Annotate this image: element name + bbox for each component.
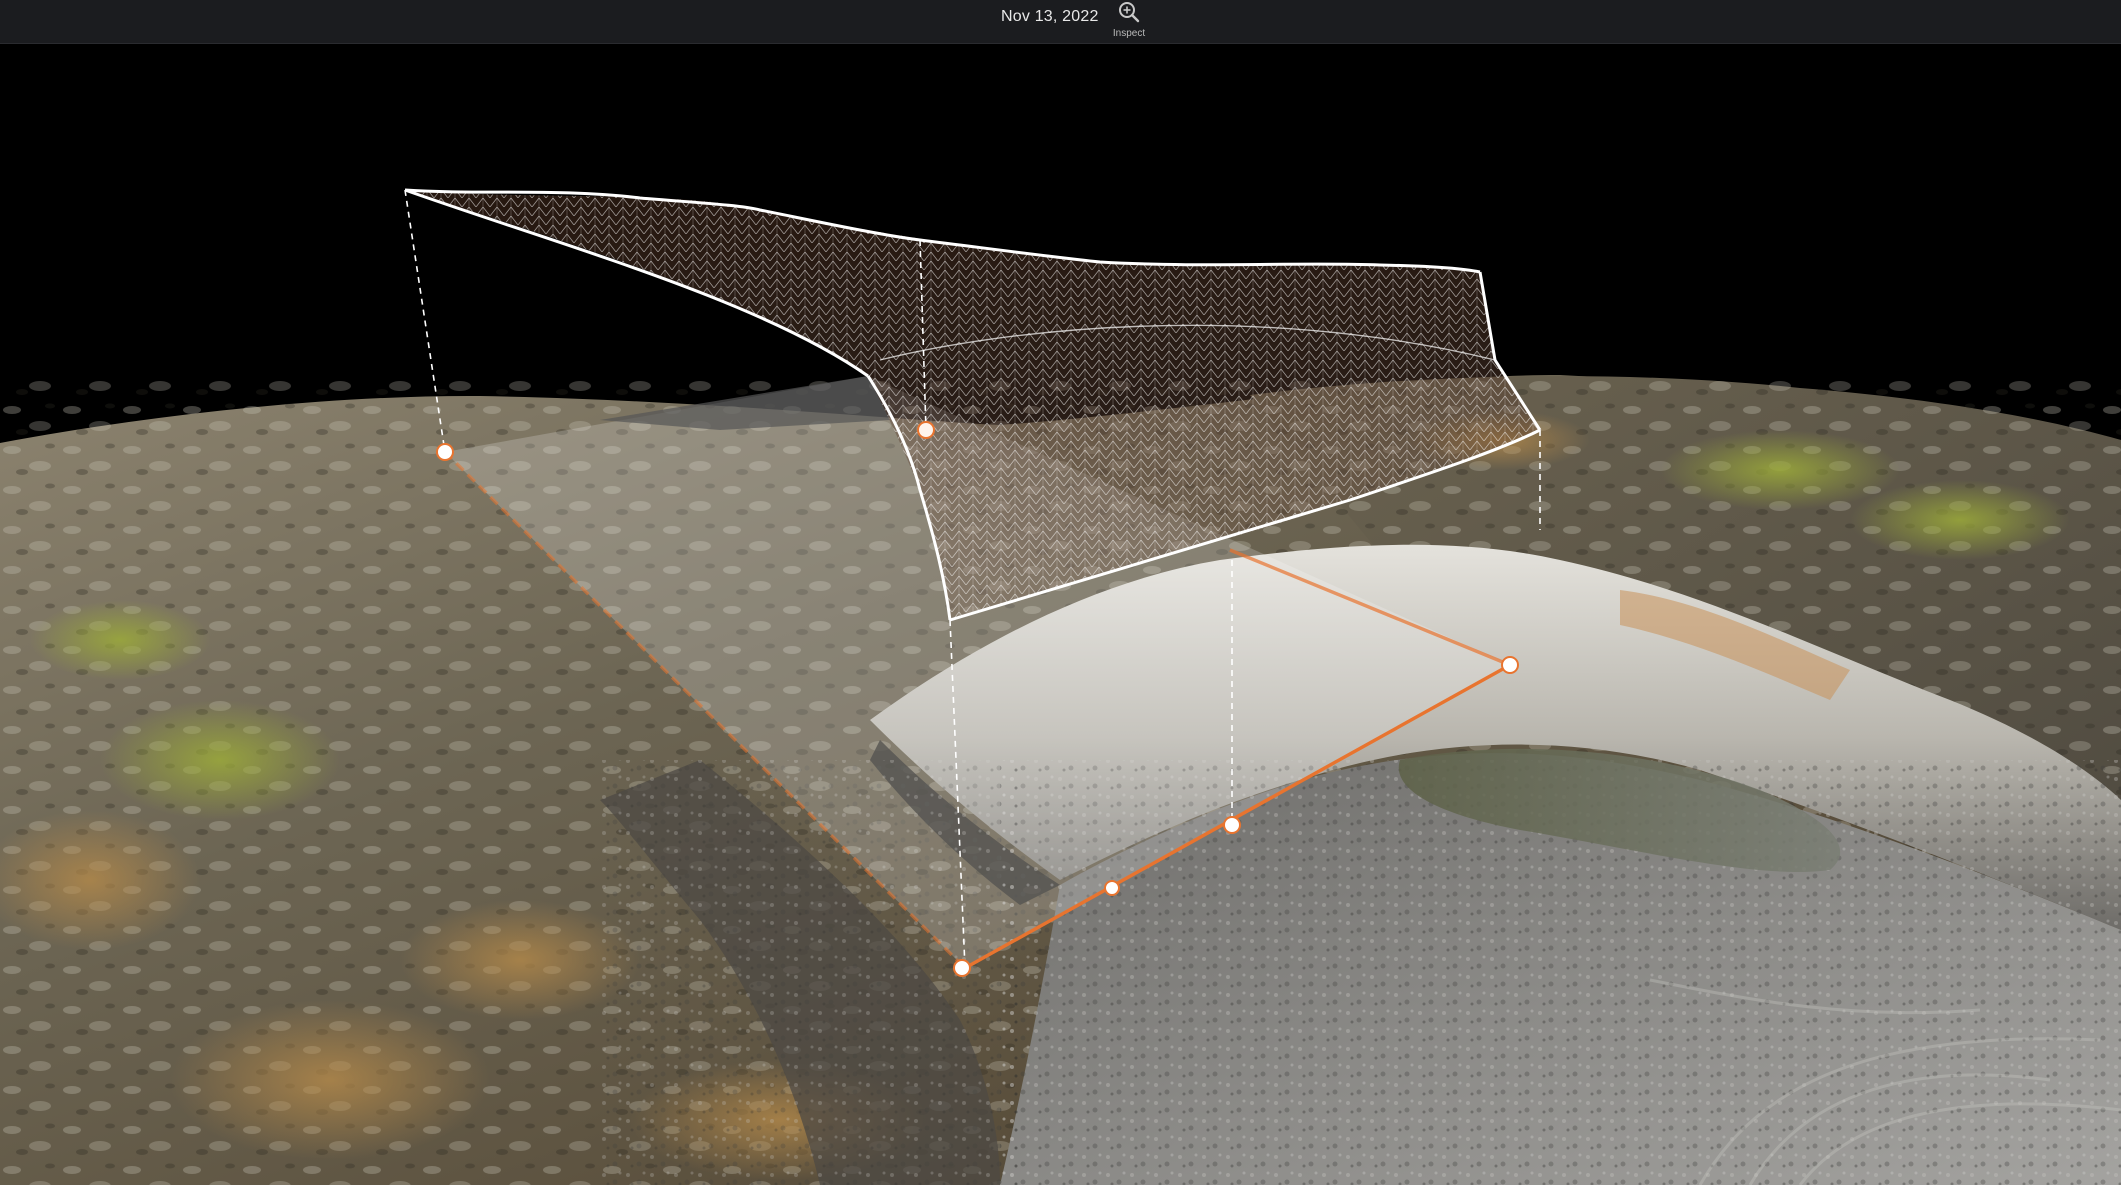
inspect-label: Inspect — [1112, 28, 1146, 39]
terrain-scene[interactable] — [0, 44, 2121, 1185]
capture-date: Nov 13, 2022 — [1001, 8, 1099, 25]
vertex-handle[interactable] — [436, 443, 454, 461]
vertex-handle[interactable] — [1104, 880, 1120, 896]
vertex-handle[interactable] — [1223, 816, 1241, 834]
inspect-button[interactable]: Inspect — [1110, 0, 1148, 39]
zoom-in-icon — [1116, 0, 1142, 29]
top-toolbar: Nov 13, 2022 Inspect — [0, 0, 2121, 44]
3d-viewport[interactable] — [0, 44, 2121, 1185]
vertex-handle[interactable] — [1501, 656, 1519, 674]
vertex-handle[interactable] — [917, 421, 935, 439]
vertex-handle[interactable] — [953, 959, 971, 977]
